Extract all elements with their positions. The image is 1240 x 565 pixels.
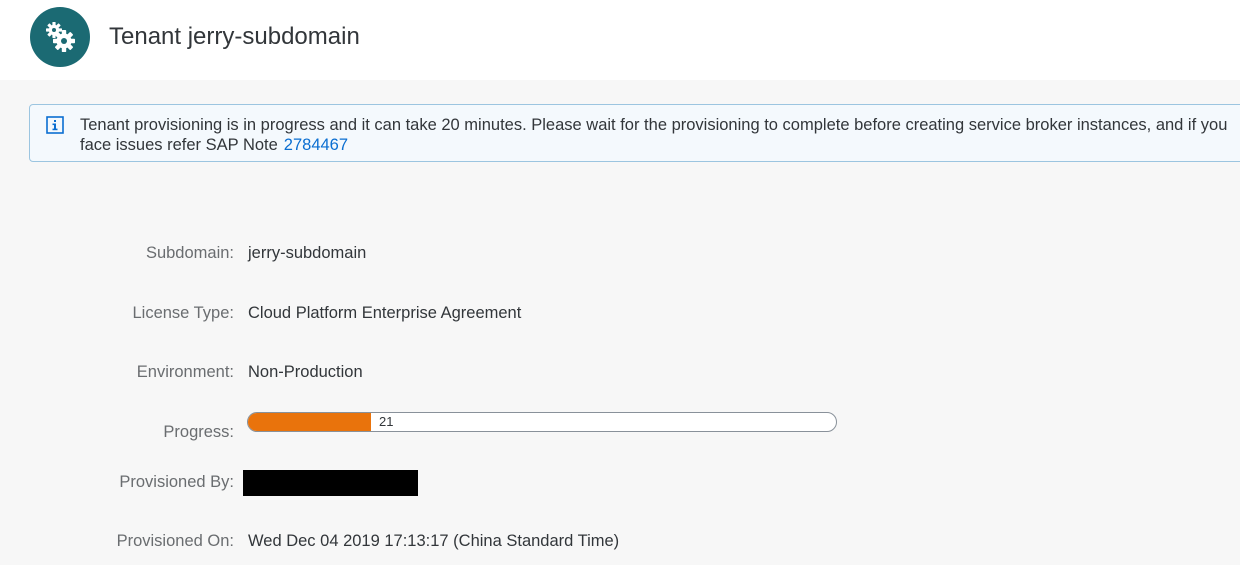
info-message-text: Tenant provisioning is in progress and i… (80, 115, 1240, 155)
license-type-label: License Type: (132, 304, 234, 322)
subdomain-value: jerry-subdomain (248, 244, 367, 262)
subdomain-label: Subdomain: (145, 244, 234, 262)
provisioned-by-label: Provisioned By: (119, 473, 234, 491)
info-message-strip: Tenant provisioning is in progress and i… (29, 104, 1240, 162)
progress-label: Progress: (163, 423, 234, 441)
page-header: Tenant jerry-subdomain (0, 0, 1240, 80)
progress-indicator: 21 (247, 412, 837, 432)
provisioned-on-value: Wed Dec 04 2019 17:13:17 (China Standard… (248, 532, 620, 550)
page-title: Tenant jerry-subdomain (109, 23, 360, 50)
progress-value: 21 (379, 414, 394, 429)
sap-note-link[interactable]: 2784467 (284, 136, 348, 154)
gears-icon (46, 22, 75, 52)
info-message: Tenant provisioning is in progress and i… (80, 116, 1228, 154)
provisioned-by-redacted (243, 470, 418, 496)
tenant-avatar (30, 7, 90, 67)
provisioned-on-label: Provisioned On: (116, 532, 234, 550)
environment-value: Non-Production (248, 363, 363, 381)
info-icon (46, 116, 64, 134)
license-type-value: Cloud Platform Enterprise Agreement (248, 304, 522, 322)
progress-fill (248, 413, 372, 431)
environment-label: Environment: (136, 363, 234, 381)
